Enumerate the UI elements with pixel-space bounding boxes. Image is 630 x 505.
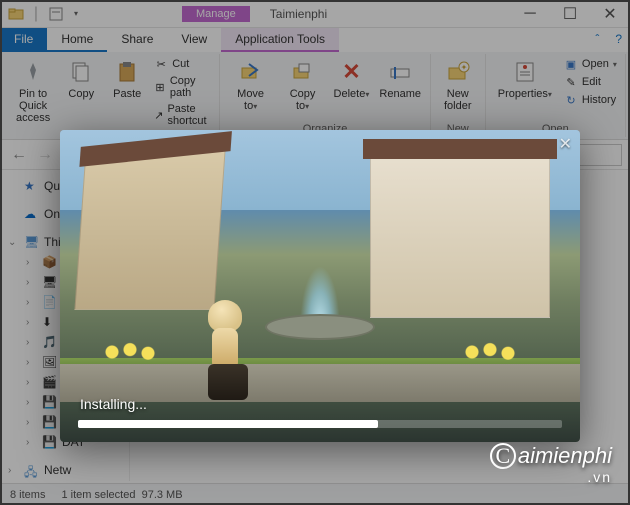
watermark-badge: C [490,443,516,469]
watermark-domain: .vn [490,469,612,485]
progress-bar [78,420,562,428]
installer-status-text: Installing... [80,396,147,412]
watermark: Caimienphi .vn [490,443,612,485]
watermark-brand: aimienphi [518,443,612,468]
installer-window: ✕ Installing... [60,130,580,442]
progress-fill [78,420,378,428]
installer-close-button[interactable]: ✕ [559,134,572,154]
